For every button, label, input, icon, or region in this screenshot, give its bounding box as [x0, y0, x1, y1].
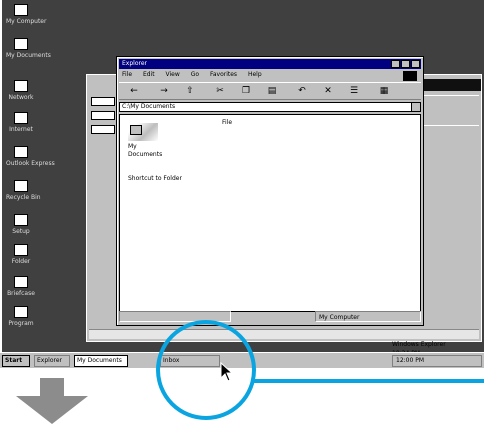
- background-toolbar: [419, 79, 481, 91]
- windows-logo-icon: [403, 71, 417, 81]
- background-field[interactable]: [91, 97, 115, 106]
- desktop-icon-mail[interactable]: Outlook Express: [6, 146, 55, 167]
- system-tray[interactable]: 12:00 PM: [392, 355, 482, 367]
- up-icon[interactable]: ⇧: [183, 85, 197, 98]
- title-bar[interactable]: Explorer: [119, 59, 421, 69]
- menu-edit[interactable]: Edit: [143, 71, 155, 78]
- background-field[interactable]: [91, 125, 115, 134]
- desktop-icon-internet[interactable]: Internet: [6, 112, 36, 133]
- back-icon[interactable]: ←: [127, 85, 141, 98]
- file-view: My Documents Shortcut to Folder File: [119, 114, 421, 312]
- divider: [419, 95, 479, 96]
- briefcase-icon: [14, 276, 28, 288]
- folder-icon[interactable]: [128, 123, 158, 141]
- computer-icon: [14, 4, 28, 16]
- menu-file[interactable]: File: [122, 71, 132, 78]
- paste-icon[interactable]: ▤: [265, 85, 279, 98]
- desktop-icon-network[interactable]: Network: [6, 80, 36, 101]
- minimize-button[interactable]: [391, 60, 400, 68]
- list-item[interactable]: Documents: [128, 151, 162, 158]
- menu-bar: File Edit View Go Favorites Help: [119, 70, 421, 80]
- down-arrow-icon: [16, 378, 88, 424]
- taskbar-button[interactable]: My Documents: [74, 355, 128, 367]
- background-field[interactable]: [91, 111, 115, 120]
- desktop-icon-recycle[interactable]: Recycle Bin: [6, 180, 41, 201]
- folder-icon: [14, 244, 28, 256]
- menu-help[interactable]: Help: [248, 71, 262, 78]
- setup-icon: [14, 214, 28, 226]
- toolbar: ← → ⇧ ✂ ❐ ▤ ↶ ✕ ☰ ▦: [119, 82, 421, 100]
- explorer-window[interactable]: Explorer File Edit View Go Favorites Hel…: [116, 56, 424, 326]
- background-left-pane: [89, 93, 117, 339]
- menu-go[interactable]: Go: [191, 71, 199, 78]
- forward-icon[interactable]: →: [157, 85, 171, 98]
- callout-line: [254, 379, 484, 383]
- folder-icon: [14, 38, 28, 50]
- desktop-icon-briefcase[interactable]: Briefcase: [6, 276, 36, 297]
- desktop-icon-program[interactable]: Program: [6, 306, 36, 327]
- maximize-button[interactable]: [401, 60, 410, 68]
- status-bar: My Computer: [119, 311, 421, 322]
- globe-icon: [14, 112, 28, 124]
- address-bar[interactable]: C:\My Documents: [119, 102, 421, 112]
- background-scrollbar[interactable]: [89, 329, 479, 339]
- views-icon[interactable]: ▦: [377, 85, 391, 98]
- address-value: C:\My Documents: [122, 103, 176, 110]
- mouse-pointer-icon: [220, 362, 234, 382]
- copy-icon[interactable]: ❐: [239, 85, 253, 98]
- taskbar-button[interactable]: Explorer: [34, 355, 70, 367]
- mail-icon: [14, 146, 28, 158]
- recycle-bin-icon: [14, 180, 28, 192]
- list-item[interactable]: File: [222, 119, 232, 126]
- status-cell: My Computer: [315, 311, 421, 322]
- program-icon: [14, 306, 28, 318]
- list-item[interactable]: Shortcut to Folder: [128, 175, 182, 182]
- details-column: File: [222, 119, 232, 126]
- window-title: Explorer: [122, 60, 147, 67]
- menu-view[interactable]: View: [166, 71, 180, 78]
- delete-icon[interactable]: ✕: [321, 85, 335, 98]
- note-line: Windows Explorer: [392, 341, 446, 348]
- list-item[interactable]: My: [128, 143, 137, 150]
- menu-favorites[interactable]: Favorites: [210, 71, 237, 78]
- cut-icon[interactable]: ✂: [213, 85, 227, 98]
- desktop-icon-documents[interactable]: My Documents: [6, 38, 51, 59]
- highlight-circle: [156, 320, 256, 420]
- divider: [419, 125, 479, 126]
- desktop-icon-computer[interactable]: My Computer: [6, 4, 46, 25]
- desktop-icon-folder[interactable]: Folder: [6, 244, 36, 265]
- undo-icon[interactable]: ↶: [295, 85, 309, 98]
- start-button[interactable]: Start: [2, 355, 30, 367]
- chevron-down-icon[interactable]: [411, 103, 420, 111]
- desktop-icon-setup[interactable]: Setup: [6, 214, 36, 235]
- close-button[interactable]: [411, 60, 420, 68]
- properties-icon[interactable]: ☰: [347, 85, 361, 98]
- network-icon: [14, 80, 28, 92]
